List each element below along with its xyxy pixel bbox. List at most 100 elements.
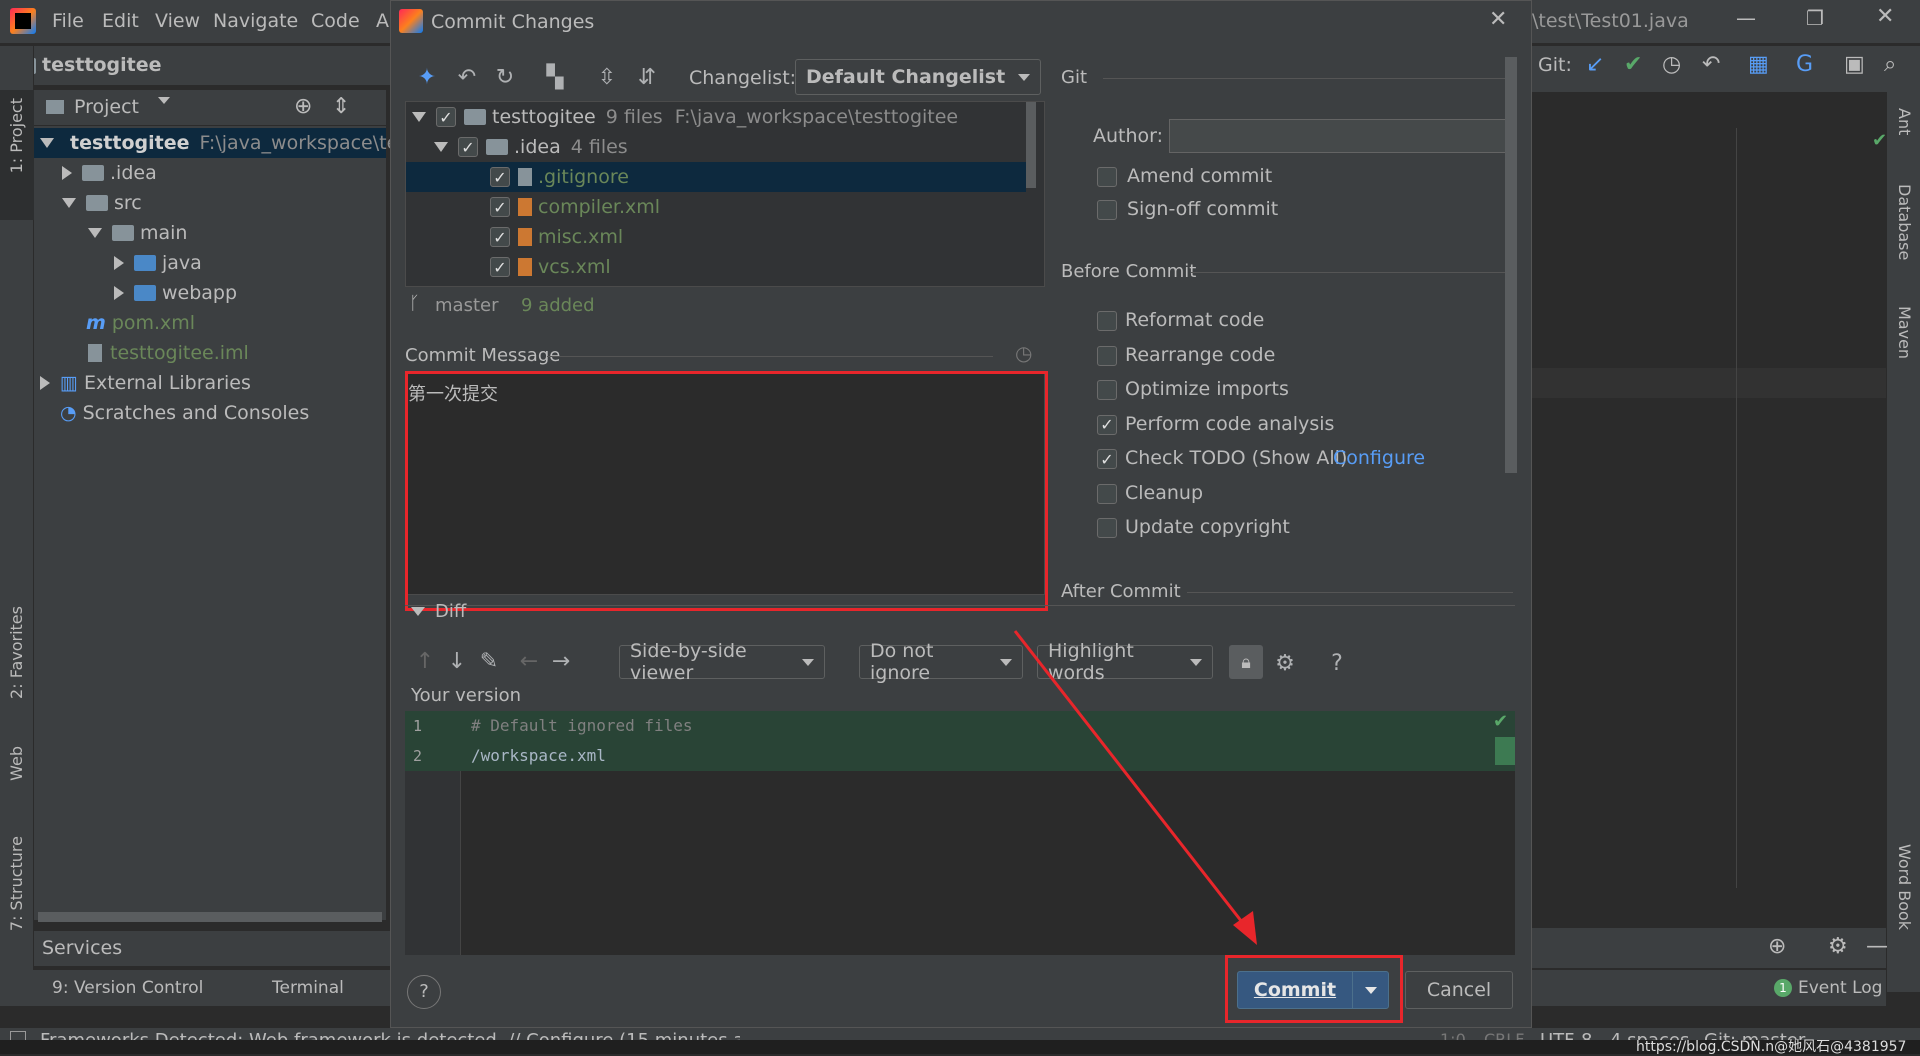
update-project-icon[interactable]: ↙	[1586, 52, 1604, 77]
change-file-row[interactable]: ✓ compiler.xml	[490, 192, 660, 222]
arrow-down-icon[interactable]: ↓	[443, 647, 471, 675]
menu-view[interactable]: View	[155, 10, 200, 32]
tool-favorites[interactable]: 2: Favorites	[7, 606, 26, 699]
checkbox[interactable]: ✓	[490, 227, 510, 247]
tool-structure[interactable]: 7: Structure	[7, 836, 26, 931]
chevron-down-icon[interactable]	[148, 97, 170, 125]
option-checkbox[interactable]	[1097, 380, 1117, 400]
tree-root[interactable]: testtogitee F:\java_workspace\test	[34, 128, 416, 158]
tree-item-scratches[interactable]: ◔ Scratches and Consoles	[60, 398, 309, 428]
diff-editor[interactable]: 1 # Default ignored files 2 /workspace.x…	[405, 711, 1515, 955]
change-file-row[interactable]: ✓ misc.xml	[490, 222, 623, 252]
tool-database[interactable]: Database	[1895, 184, 1914, 260]
folder-icon	[112, 225, 134, 241]
viewer-select[interactable]: Side-by-side viewer	[619, 640, 825, 684]
gear-icon[interactable]: ⚙	[1828, 934, 1848, 959]
refresh-icon[interactable]: ↻	[491, 63, 519, 91]
ignore-select[interactable]: Do not ignore	[859, 640, 1023, 684]
group-by-icon[interactable]: ▚	[541, 63, 569, 91]
tree-item-main[interactable]: main	[88, 218, 187, 248]
tool-web[interactable]: Web	[7, 746, 26, 781]
highlight-select[interactable]: Highlight words	[1037, 640, 1213, 684]
chevron-right-icon	[62, 166, 72, 180]
tool-wordbook[interactable]: Word Book	[1895, 844, 1914, 930]
change-file-name: compiler.xml	[538, 196, 661, 218]
services-tab[interactable]: Services	[42, 937, 122, 959]
menu-code[interactable]: Code	[311, 10, 360, 32]
option-checkbox[interactable]	[1097, 311, 1117, 331]
tool-project[interactable]: 1: Project	[7, 98, 26, 173]
pin-icon[interactable]: ✦	[413, 63, 441, 91]
checkbox[interactable]: ✓	[490, 167, 510, 187]
horizontal-scrollbar[interactable]	[38, 912, 382, 922]
checkbox[interactable]: ✓	[436, 107, 456, 127]
gear-icon[interactable]: ⚙	[1271, 649, 1299, 677]
project-panel-title[interactable]: Project	[74, 96, 139, 118]
tree-item-src[interactable]: src	[62, 188, 142, 218]
close-window-icon[interactable]: ✕	[1876, 4, 1894, 29]
checkbox[interactable]: ✓	[458, 137, 478, 157]
tree-item-webapp[interactable]: webapp	[114, 278, 237, 308]
change-file-row[interactable]: ✓ .gitignore	[406, 162, 1026, 192]
tool-ant[interactable]: Ant	[1895, 108, 1914, 135]
commit-icon[interactable]: ✔	[1624, 52, 1642, 77]
search-icon[interactable]: ⌕	[1884, 52, 1896, 77]
menu-more[interactable]: A	[376, 10, 389, 32]
restore-icon[interactable]: ❐	[1806, 6, 1824, 30]
checkbox[interactable]: ✓	[490, 197, 510, 217]
collapse-all-icon[interactable]: ⇕	[332, 94, 350, 119]
run-anything-icon[interactable]: ▣	[1844, 52, 1865, 77]
minimize-icon[interactable]: —	[1736, 6, 1756, 30]
help-icon[interactable]: ?	[1323, 649, 1351, 677]
arrow-right-icon[interactable]: →	[547, 647, 575, 675]
history-icon[interactable]: ◷	[1015, 341, 1032, 365]
menu-edit[interactable]: Edit	[102, 10, 139, 32]
tree-item-java[interactable]: java	[114, 248, 202, 278]
tool-maven[interactable]: Maven	[1895, 306, 1914, 359]
expand-all-icon[interactable]: ⇳	[593, 63, 621, 91]
rollback-icon[interactable]: ↶	[1702, 52, 1720, 77]
configure-link[interactable]: Configure	[1333, 447, 1425, 469]
menu-file[interactable]: File	[52, 10, 84, 32]
cancel-button[interactable]: Cancel	[1405, 971, 1513, 1009]
tree-scrollbar[interactable]	[1026, 102, 1036, 188]
tree-item-pom[interactable]: m pom.xml	[86, 308, 195, 338]
close-icon[interactable]: ✕	[1489, 7, 1507, 32]
tree-item-libraries[interactable]: ▥ External Libraries	[34, 368, 251, 398]
change-folder-row[interactable]: ✓ .idea 4 files	[434, 132, 628, 162]
author-input[interactable]	[1169, 119, 1509, 153]
amend-checkbox[interactable]	[1097, 167, 1117, 187]
option-checkbox[interactable]	[1097, 518, 1117, 538]
option-checkbox[interactable]	[1097, 483, 1117, 504]
changelist-select[interactable]: Default Changelist	[795, 59, 1041, 95]
tab-terminal[interactable]: Terminal	[272, 978, 344, 998]
change-root-row[interactable]: ✓ testtogitee 9 files F:\java_workspace\…	[406, 102, 1026, 132]
signoff-checkbox[interactable]	[1097, 200, 1117, 220]
translate-icon[interactable]: G	[1796, 52, 1813, 77]
chevron-down-icon[interactable]	[411, 607, 425, 616]
project-structure-icon[interactable]: ▦	[1748, 52, 1769, 77]
history-icon[interactable]: ◷	[1662, 52, 1681, 77]
minimize-panel-icon[interactable]: —	[1866, 934, 1888, 959]
locate-icon[interactable]: ⊕	[294, 94, 312, 119]
tab-version-control[interactable]: 9: Version Control	[52, 978, 203, 998]
help-button[interactable]: ?	[407, 975, 441, 1009]
option-checkbox[interactable]: ✓	[1097, 449, 1117, 469]
arrow-left-icon[interactable]: ←	[515, 647, 543, 675]
options-scrollbar[interactable]	[1505, 57, 1517, 473]
tree-item-idea[interactable]: .idea	[62, 158, 157, 188]
breadcrumb-project[interactable]: testtogitee	[42, 54, 161, 76]
tab-event-log[interactable]: Event Log	[1798, 978, 1882, 998]
collapse-all-icon[interactable]: ⇵	[633, 63, 661, 91]
lock-icon[interactable]: 🔒︎	[1229, 645, 1263, 679]
change-file-row[interactable]: ✓ vcs.xml	[490, 252, 611, 282]
target-icon[interactable]: ⊕	[1768, 934, 1786, 959]
option-checkbox[interactable]	[1097, 345, 1117, 366]
menu-navigate[interactable]: Navigate	[213, 10, 298, 32]
undo-icon[interactable]: ↶	[453, 63, 481, 91]
tree-item-iml[interactable]: testtogitee.iml	[88, 338, 249, 368]
checkbox[interactable]: ✓	[490, 257, 510, 277]
arrow-up-icon[interactable]: ↑	[411, 647, 439, 675]
edit-icon[interactable]: ✎	[475, 647, 503, 675]
option-checkbox[interactable]: ✓	[1097, 414, 1117, 435]
